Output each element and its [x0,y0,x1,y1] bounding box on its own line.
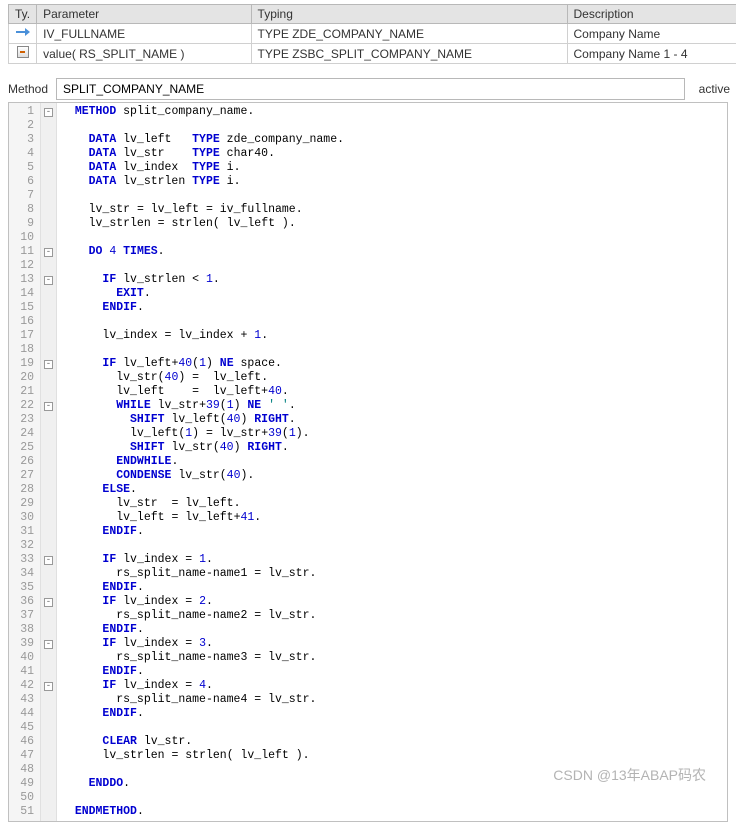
fold-toggle[interactable]: - [44,108,53,117]
code-line[interactable]: ELSE. [61,483,723,497]
parameters-table: Ty. Parameter Typing Description IV_FULL… [8,4,736,64]
param-desc: Company Name [567,24,736,44]
code-line[interactable]: rs_split_name-name4 = lv_str. [61,693,723,707]
code-line[interactable]: lv_str = lv_left. [61,497,723,511]
code-line[interactable]: IF lv_index = 3. [61,637,723,651]
code-line[interactable] [61,119,723,133]
code-line[interactable] [61,763,723,777]
fold-toggle[interactable]: - [44,402,53,411]
fold-toggle[interactable]: - [44,248,53,257]
code-area[interactable]: METHOD split_company_name. DATA lv_left … [57,103,727,821]
code-line[interactable]: ENDIF. [61,525,723,539]
code-line[interactable]: METHOD split_company_name. [61,105,723,119]
code-line[interactable] [61,315,723,329]
code-line[interactable]: DATA lv_strlen TYPE i. [61,175,723,189]
param-typing: TYPE ZSBC_SPLIT_COMPANY_NAME [251,44,567,64]
code-line[interactable]: ENDIF. [61,665,723,679]
fold-toggle[interactable]: - [44,276,53,285]
fold-toggle[interactable]: - [44,556,53,565]
fold-gutter[interactable]: - - - - - - - - - [41,103,57,821]
line-number-gutter: 1234567891011121314151617181920212223242… [9,103,41,821]
col-description: Description [567,5,736,24]
code-line[interactable]: ENDIF. [61,707,723,721]
code-line[interactable]: IF lv_strlen < 1. [61,273,723,287]
code-line[interactable]: lv_left = lv_left+40. [61,385,723,399]
fold-toggle[interactable]: - [44,682,53,691]
fold-toggle[interactable]: - [44,640,53,649]
code-line[interactable]: rs_split_name-name1 = lv_str. [61,567,723,581]
code-line[interactable] [61,721,723,735]
code-line[interactable]: IF lv_index = 4. [61,679,723,693]
method-name-input[interactable] [56,78,685,100]
fold-toggle[interactable]: - [44,360,53,369]
code-line[interactable]: CLEAR lv_str. [61,735,723,749]
code-line[interactable]: lv_str(40) = lv_left. [61,371,723,385]
code-line[interactable]: lv_left(1) = lv_str+39(1). [61,427,723,441]
code-line[interactable]: IF lv_index = 1. [61,553,723,567]
method-label: Method [8,82,48,96]
code-line[interactable]: lv_left = lv_left+41. [61,511,723,525]
param-typing: TYPE ZDE_COMPANY_NAME [251,24,567,44]
import-icon [16,26,30,38]
param-name: IV_FULLNAME [37,24,251,44]
status-active: active [693,82,736,96]
code-line[interactable]: CONDENSE lv_str(40). [61,469,723,483]
method-bar: Method active [8,78,736,100]
code-line[interactable]: DATA lv_left TYPE zde_company_name. [61,133,723,147]
code-line[interactable]: IF lv_index = 2. [61,595,723,609]
code-line[interactable]: ENDIF. [61,301,723,315]
code-line[interactable]: rs_split_name-name2 = lv_str. [61,609,723,623]
code-line[interactable] [61,343,723,357]
code-line[interactable]: rs_split_name-name3 = lv_str. [61,651,723,665]
param-desc: Company Name 1 - 4 [567,44,736,64]
code-line[interactable]: ENDMETHOD. [61,805,723,819]
code-line[interactable]: IF lv_left+40(1) NE space. [61,357,723,371]
code-line[interactable] [61,539,723,553]
return-icon [17,46,29,58]
code-line[interactable]: ENDWHILE. [61,455,723,469]
code-line[interactable] [61,791,723,805]
code-line[interactable]: SHIFT lv_str(40) RIGHT. [61,441,723,455]
code-line[interactable]: SHIFT lv_left(40) RIGHT. [61,413,723,427]
code-line[interactable]: DATA lv_index TYPE i. [61,161,723,175]
code-line[interactable]: lv_strlen = strlen( lv_left ). [61,217,723,231]
code-line[interactable]: ENDDO. [61,777,723,791]
col-type: Ty. [9,5,37,24]
code-line[interactable]: ENDIF. [61,623,723,637]
param-name: value( RS_SPLIT_NAME ) [37,44,251,64]
col-typing: Typing [251,5,567,24]
fold-toggle[interactable]: - [44,598,53,607]
code-editor[interactable]: 1234567891011121314151617181920212223242… [8,102,728,822]
col-parameter: Parameter [37,5,251,24]
code-line[interactable]: DO 4 TIMES. [61,245,723,259]
code-line[interactable]: lv_strlen = strlen( lv_left ). [61,749,723,763]
code-line[interactable]: DATA lv_str TYPE char40. [61,147,723,161]
code-line[interactable]: EXIT. [61,287,723,301]
code-line[interactable]: WHILE lv_str+39(1) NE ' '. [61,399,723,413]
code-line[interactable] [61,231,723,245]
code-line[interactable] [61,259,723,273]
code-line[interactable]: lv_str = lv_left = iv_fullname. [61,203,723,217]
table-row[interactable]: value( RS_SPLIT_NAME ) TYPE ZSBC_SPLIT_C… [9,44,736,64]
code-line[interactable]: ENDIF. [61,581,723,595]
code-line[interactable]: lv_index = lv_index + 1. [61,329,723,343]
table-row[interactable]: IV_FULLNAME TYPE ZDE_COMPANY_NAME Compan… [9,24,736,44]
code-line[interactable] [61,189,723,203]
